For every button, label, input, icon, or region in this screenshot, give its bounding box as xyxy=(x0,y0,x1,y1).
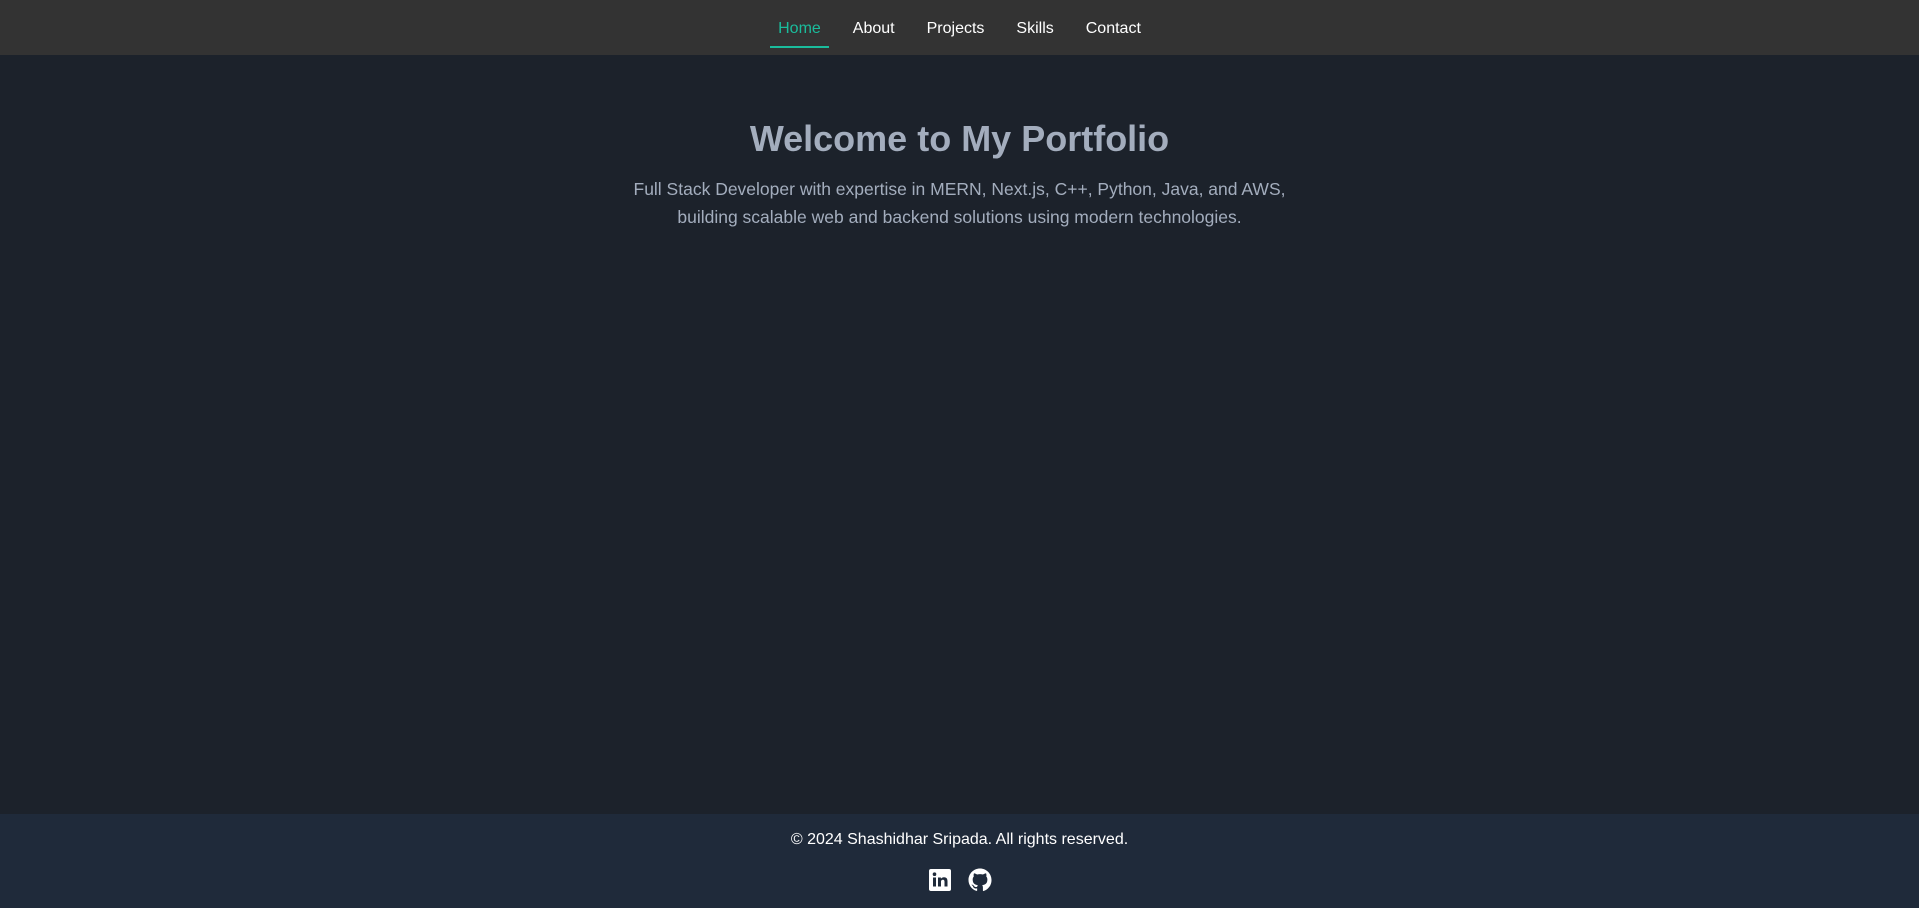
github-icon[interactable] xyxy=(968,868,992,892)
linkedin-icon[interactable] xyxy=(928,868,952,892)
nav-item-about[interactable]: About xyxy=(845,13,903,45)
copyright-text: © 2024 Shashidhar Sripada. All rights re… xyxy=(790,831,1129,848)
hero-subtitle: Full Stack Developer with expertise in M… xyxy=(633,179,1286,227)
top-navbar: Home About Projects Skills Contact xyxy=(0,0,1919,55)
nav-item-skills[interactable]: Skills xyxy=(1008,13,1061,45)
nav-item-contact[interactable]: Contact xyxy=(1078,13,1149,45)
nav-item-home[interactable]: Home xyxy=(770,13,829,48)
main-content: Welcome to My Portfolio Full Stack Devel… xyxy=(0,55,1919,814)
footer: © 2024 Shashidhar Sripada. All rights re… xyxy=(0,814,1919,908)
nav-list: Home About Projects Skills Contact xyxy=(762,12,1157,48)
hero-title: Welcome to My Portfolio xyxy=(749,118,1170,159)
social-links xyxy=(928,868,992,892)
nav-item-projects[interactable]: Projects xyxy=(919,13,993,45)
page: Home About Projects Skills Contact Welco… xyxy=(0,0,1919,908)
